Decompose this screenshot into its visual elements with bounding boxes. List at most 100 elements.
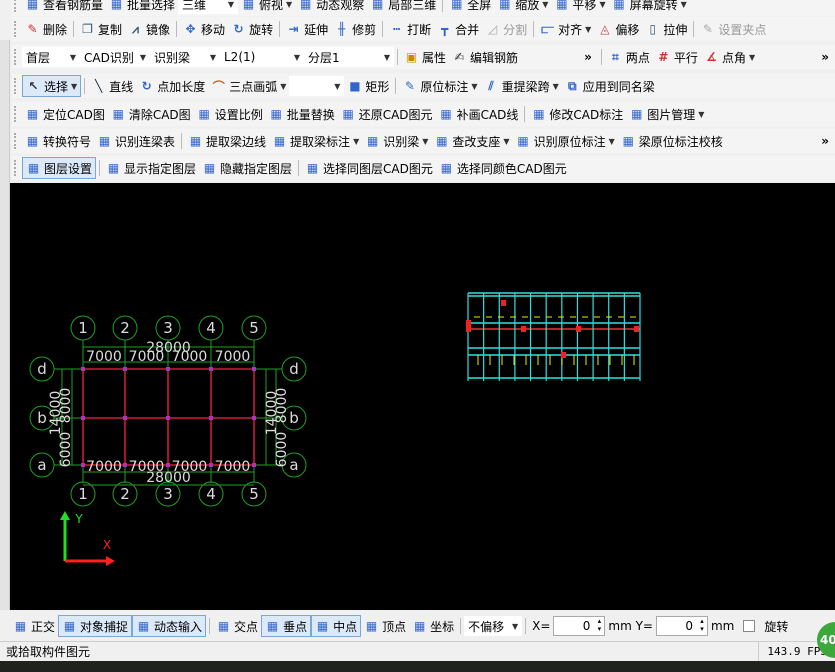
toolbar2-button-11[interactable]: # 平行 [653,46,701,68]
toolbar5-button-0[interactable]: ▦ 转换符号 [22,130,94,152]
toolbar4-button-7[interactable]: ▦ 修改CAD标注 [528,103,626,125]
overflow-chevron-button[interactable]: » [584,50,592,64]
toolbar1-button-9[interactable]: ╫ 修剪 [331,18,379,40]
cad-canvas[interactable]: 1 1 2 2 3 3 4 4 5 5 d d b b a a 7000 7000 7000 7000 7000 7000… [10,183,835,610]
toolbar4-button-1[interactable]: ▦ 清除CAD图 [108,103,194,125]
toolbar3-button-8[interactable]: ✎ 原位标注 ▼ [399,75,480,97]
toolbar0-button-3[interactable]: ▦ 俯视 ▼ [238,0,295,15]
overflow-chevron-button[interactable]: » [821,50,829,64]
toolbar6-button-5[interactable]: ▦ 选择同图层CAD图元 [302,157,436,179]
axis-bubble-label: 3 [163,319,173,337]
toolbar1-button-19[interactable]: ✎ 设置夹点 [697,18,769,40]
toolbar-grip-handle[interactable] [14,106,18,122]
toolbar6-button-3[interactable]: ▦ 隐藏指定图层 [199,157,295,179]
y-axis-arrowhead [60,511,70,520]
snap-button-1[interactable]: ▦ 对象捕捉 [58,615,133,637]
x-offset-input[interactable]: 0 [553,616,606,636]
toolbar1-button-15[interactable]: ⫍ 对齐 ▼ [537,18,594,40]
toolbar4-button-4[interactable]: ▦ 还原CAD图元 [338,103,436,125]
snap-button-4[interactable]: ▦ 交点 [213,615,261,637]
toolbar3-button-10[interactable]: ⧉ 应用到同名梁 [562,75,658,97]
toolbar1-button-5[interactable]: ✥ 移动 [180,18,228,40]
toolbar-grip-handle[interactable] [14,160,18,176]
toolbar2-button-6[interactable]: ▣ 属性 [401,46,449,68]
toolbar3-button-4[interactable]: ⌒ 三点画弧 ▼ [208,75,289,97]
button-label: 识别连梁表 [115,134,176,149]
toolbar5-button-6[interactable]: ▦ 查改支座 ▼ [431,130,512,152]
toolbar3-button-2[interactable]: ╲ 直线 [88,75,136,97]
toolbar-grip-handle[interactable] [14,133,18,149]
dropdown-select[interactable]: CAD识别 ▼ [80,47,150,67]
toolbar5-button-8[interactable]: ▦ 梁原位标注校核 [618,130,726,152]
convert-symbol-icon: ▦ [26,134,39,148]
toolbar-grip-handle[interactable] [14,49,18,65]
toolbar2-button-10[interactable]: ⌗ 两点 [605,46,653,68]
toolbar1-button-17[interactable]: ▯ 拉伸 [642,18,690,40]
toolbar1-button-3[interactable]: ⩘ 镜像 [125,18,173,40]
toolbar0-button-0[interactable]: ▦ 查看钢筋量 [22,0,106,15]
snap-button-2[interactable]: ▦ 动态输入 [132,615,207,637]
toolbar0-button-9[interactable]: ▦ 平移 ▼ [551,0,608,15]
toolbar5-button-5[interactable]: ▦ 识别梁 ▼ [362,130,431,152]
button-label: 设置比例 [214,107,263,122]
dropdown-select[interactable]: L2(1) ▼ [220,47,304,67]
chevron-down-icon: ▼ [334,81,341,91]
dimension-text: 8000 [274,388,290,424]
dropdown-select[interactable]: 三维 ▼ [178,0,239,14]
toolbar1-button-2[interactable]: ❐ 复制 [77,18,125,40]
toolbar6-button-2[interactable]: ▦ 显示指定图层 [103,157,199,179]
toolbar5-button-7[interactable]: ▦ 识别原位标注 ▼ [513,130,618,152]
toolbar1-button-0[interactable]: ✎ 删除 [22,18,70,40]
toolbar1-button-11[interactable]: ┅ 打断 [386,18,434,40]
snap-button-5[interactable]: ▦ 垂点 [261,615,312,637]
toolbar3-button-6[interactable]: ■ 矩形 [344,75,392,97]
toolbar6-button-6[interactable]: ▦ 选择同颜色CAD图元 [436,157,570,179]
toolbar5-button-3[interactable]: ▦ 提取梁边线 [185,130,269,152]
dropdown-select[interactable]: 识别梁 ▼ [150,47,220,67]
toolbar4-button-2[interactable]: ▦ 设置比例 [194,103,266,125]
toolbar1-button-16[interactable]: ◬ 偏移 [594,18,642,40]
snap-button-8[interactable]: ▦ 坐标 [409,615,457,637]
toolbar1-button-13[interactable]: ◿ 分割 [482,18,530,40]
toolbar2-button-7[interactable]: ✍ 编辑钢筋 [449,46,521,68]
toolbar4-button-8[interactable]: ▦ 图片管理 ▼ [626,103,707,125]
toolbar-grip-handle[interactable] [14,21,18,37]
button-label: 隐藏指定图层 [220,161,293,176]
toolbar5-button-4[interactable]: ▦ 提取梁标注 ▼ [269,130,362,152]
snap-button-0[interactable]: ▦ 正交 [10,615,58,637]
toolbar0-button-5[interactable]: ▦ 局部三维 [367,0,439,15]
toolbar3-button-3[interactable]: ↻ 点加长度 [136,75,208,97]
rotate-checkbox[interactable] [743,620,756,632]
toolbar0-button-8[interactable]: ▦ 缩放 ▼ [494,0,551,15]
toolbar-grip-handle[interactable] [14,78,18,94]
toolbar6-button-0[interactable]: ▦ 图层设置 [22,157,97,179]
toolbar1-button-12[interactable]: ┳ 合并 [434,18,482,40]
toolbar4-button-3[interactable]: ▦ 批量替换 [266,103,338,125]
beam-span-icon: ⫽ [488,78,494,93]
restore-cad-icon: ▦ [342,107,354,121]
button-label: 显示指定图层 [124,161,197,176]
toolbar0-button-7[interactable]: ▦ 全屏 [446,0,494,15]
toolbar0-button-1[interactable]: ▦ 批量选择 [106,0,178,15]
dropdown-select[interactable]: 不偏移 ▼ [464,616,523,636]
y-offset-input[interactable]: 0 [655,616,708,636]
toolbar0-button-10[interactable]: ▦ 屏幕旋转 ▼ [609,0,690,15]
desktop-strip [0,661,835,672]
snap-button-6[interactable]: ▦ 中点 [311,615,362,637]
toolbar-grip-handle[interactable] [14,0,18,12]
dropdown-select[interactable]: 首层 ▼ [22,47,80,67]
dropdown-select[interactable]: ▼ [289,76,345,96]
toolbar0-button-4[interactable]: ▦ 动态观察 [295,0,367,15]
toolbar1-button-6[interactable]: ↻ 旋转 [228,18,276,40]
snap-button-7[interactable]: ▦ 顶点 [361,615,409,637]
toolbar4-button-0[interactable]: ▦ 定位CAD图 [22,103,108,125]
toolbar5-button-1[interactable]: ▦ 识别连梁表 [94,130,178,152]
toolbar3-button-9[interactable]: ⫽ 重提梁跨 ▼ [481,75,562,97]
overflow-chevron-button[interactable]: » [821,134,829,148]
toolbar4-button-5[interactable]: ▦ 补画CAD线 [436,103,522,125]
toolbar2-button-12[interactable]: ∡ 点角 ▼ [701,46,758,68]
button-label: 补画CAD线 [456,107,519,122]
dropdown-select[interactable]: 分层1 ▼ [304,47,394,67]
toolbar1-button-8[interactable]: ⇥ 延伸 [283,18,331,40]
toolbar3-button-0[interactable]: ↖ 选择 ▼ [22,75,82,97]
